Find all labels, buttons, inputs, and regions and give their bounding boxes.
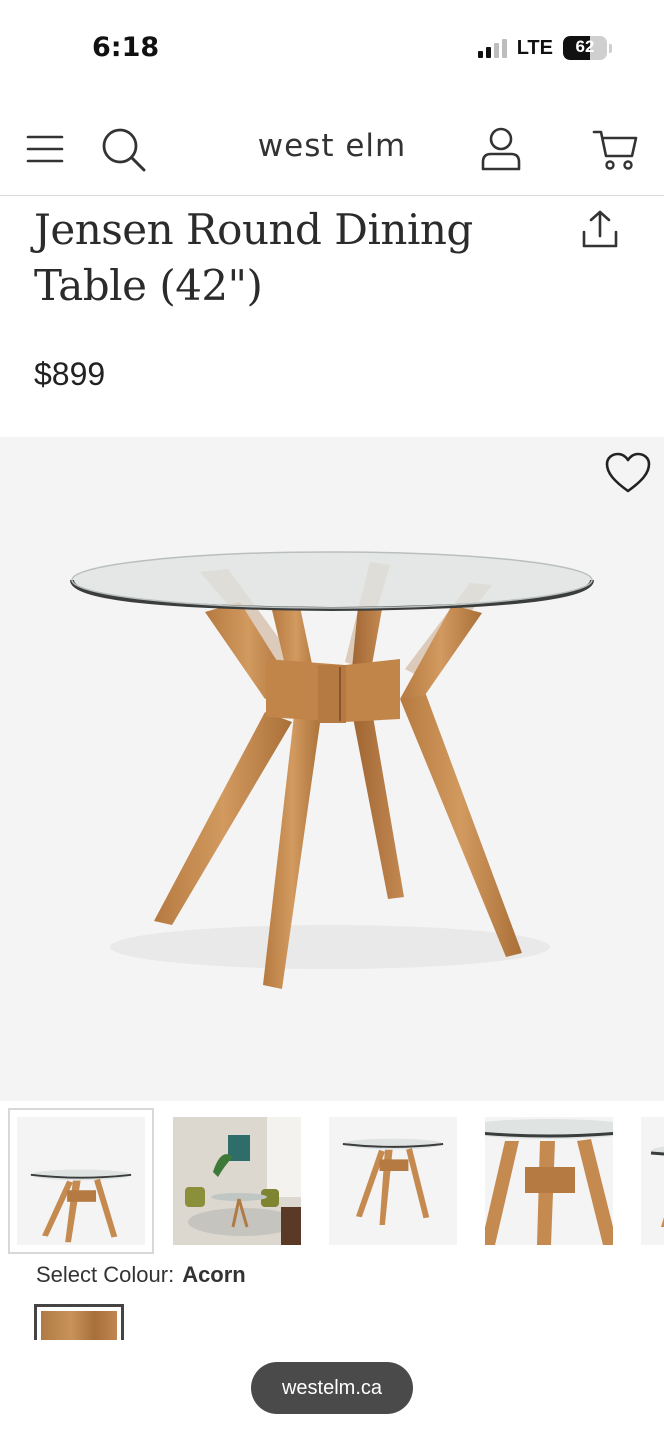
product-price: $899 — [34, 356, 106, 392]
dining-table-illustration — [70, 551, 594, 989]
thumbnail-5[interactable] — [632, 1108, 664, 1254]
site-logo[interactable]: west elm — [0, 128, 664, 164]
product-hero-image[interactable] — [0, 437, 664, 1101]
status-indicators: LTE 62 — [477, 36, 612, 60]
signal-icon — [477, 38, 507, 58]
status-time: 6:18 — [92, 32, 160, 63]
thumbnail-3[interactable] — [320, 1108, 466, 1254]
account-icon[interactable] — [478, 126, 524, 172]
battery-icon: 62 — [563, 36, 607, 60]
thumbnail-4[interactable] — [476, 1108, 622, 1254]
thumbnail-2[interactable] — [164, 1108, 310, 1254]
heart-icon[interactable] — [604, 451, 652, 495]
colour-value: Acorn — [182, 1262, 246, 1287]
colour-swatch-acorn[interactable] — [34, 1304, 124, 1344]
battery-level: 62 — [575, 37, 595, 56]
colour-selector: Select Colour: Acorn — [36, 1262, 246, 1288]
status-bar: 6:18 LTE 62 — [0, 0, 664, 100]
site-header: west elm — [0, 100, 664, 196]
share-icon[interactable] — [578, 208, 622, 252]
product-title: Jensen Round Dining Table (42") — [34, 205, 473, 310]
thumbnail-1[interactable] — [8, 1108, 154, 1254]
network-label: LTE — [516, 36, 553, 59]
cart-icon[interactable] — [592, 126, 638, 172]
colour-label: Select Colour: — [36, 1262, 175, 1287]
image-thumbnails — [8, 1108, 664, 1254]
url-pill[interactable]: westelm.ca — [251, 1362, 413, 1414]
